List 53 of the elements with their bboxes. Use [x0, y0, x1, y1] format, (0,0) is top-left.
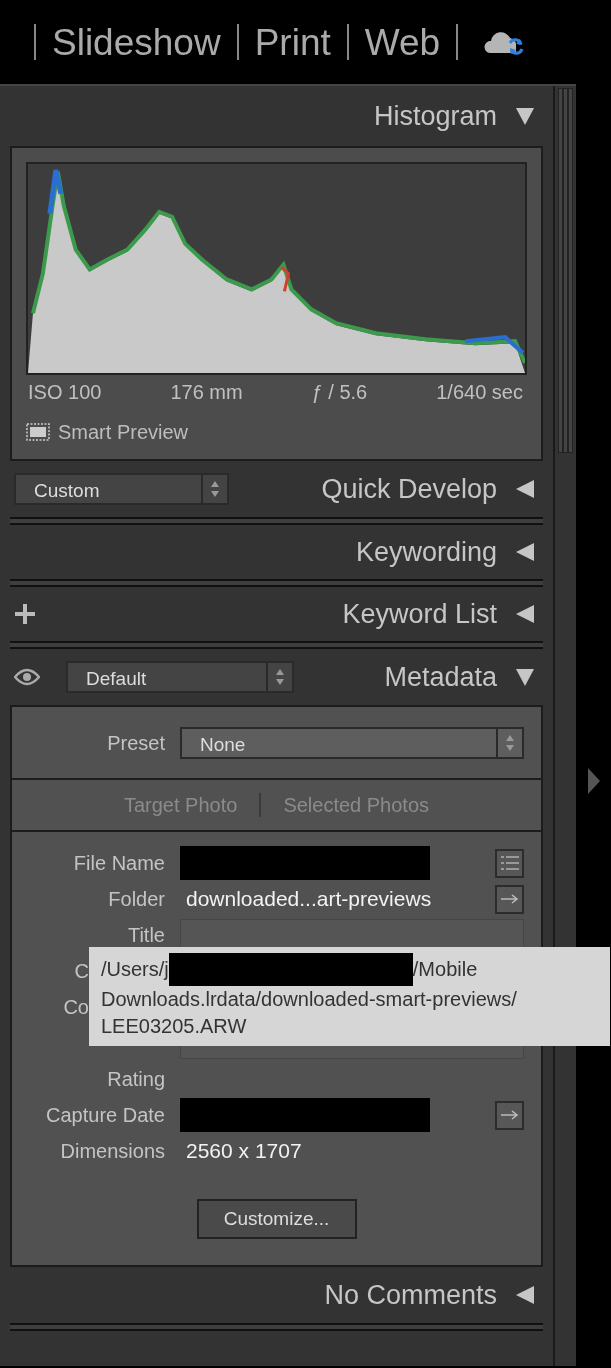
view-dropdown[interactable]: Default [66, 661, 294, 693]
field-label: Folder [107, 887, 165, 912]
field-label: Dimensions [59, 1139, 165, 1164]
arrow-button[interactable] [495, 1100, 524, 1130]
up-down-arrows-icon [210, 480, 220, 498]
panel-title[interactable]: Metadata [384, 656, 497, 698]
triangle-left-icon[interactable] [515, 542, 535, 562]
field-value: 2560 x 1707 [185, 1138, 302, 1165]
up-down-arrows-icon [275, 668, 285, 686]
panel-title[interactable]: Quick Develop [321, 468, 497, 510]
triangle-left-icon[interactable] [515, 1285, 535, 1305]
exif-info: 176 mm [170, 380, 243, 405]
exif-info: ISO 100 [28, 380, 102, 405]
module-link[interactable]: Web [364, 23, 441, 61]
tooltip-text: LEE03205.ARW [101, 1014, 248, 1039]
scrollbar-thumb[interactable] [558, 88, 573, 453]
field-label: File Name [72, 851, 165, 876]
arrow-icon [499, 892, 520, 906]
panel-title[interactable]: Histogram [373, 95, 497, 137]
arrow-icon [499, 1108, 520, 1122]
list-icon [499, 854, 520, 872]
eye-icon[interactable] [14, 667, 40, 687]
expand-arrow-icon[interactable] [587, 768, 600, 794]
preset-dropdown[interactable]: Custom [14, 473, 229, 505]
customize-button[interactable]: Customize... [196, 1199, 357, 1239]
up-down-arrows-icon [505, 733, 515, 752]
field-label: Preset [106, 730, 165, 756]
panel-title[interactable]: Keywording [355, 531, 497, 573]
triangle-left-icon[interactable] [515, 479, 535, 499]
tooltip-text: /Mobile [412, 957, 478, 982]
field-value: downloaded...art-previews [185, 886, 432, 913]
field-label: Title [126, 923, 165, 948]
module-link[interactable]: Print [254, 23, 331, 61]
exif-info: 1/640 sec [436, 380, 523, 405]
arrow-button[interactable] [495, 884, 524, 914]
dotted-rectangle-icon [26, 423, 50, 441]
field-label: C [73, 959, 89, 984]
field-label: Rating [106, 1067, 165, 1092]
triangle-down-icon[interactable] [515, 667, 535, 687]
exif-info: ƒ / 5.6 [311, 380, 368, 405]
metadata-preset-dropdown[interactable]: None [180, 726, 524, 759]
field-label: Capture Date [45, 1103, 165, 1128]
tooltip-text: /Users/j [101, 957, 169, 982]
triangle-left-icon[interactable] [515, 604, 535, 624]
field-label: Co [62, 995, 89, 1020]
module-link[interactable]: Slideshow [52, 23, 221, 61]
list-button[interactable] [495, 848, 524, 878]
panel-title[interactable]: No Comments [324, 1274, 497, 1316]
plus-icon[interactable] [14, 603, 36, 625]
panel-title[interactable]: Keyword List [342, 593, 497, 635]
smart-preview-label: Smart Preview [58, 420, 189, 445]
triangle-down-icon[interactable] [515, 106, 535, 126]
tooltip-text: Downloads.lrdata/downloaded-smart-previews/ [101, 987, 518, 1012]
